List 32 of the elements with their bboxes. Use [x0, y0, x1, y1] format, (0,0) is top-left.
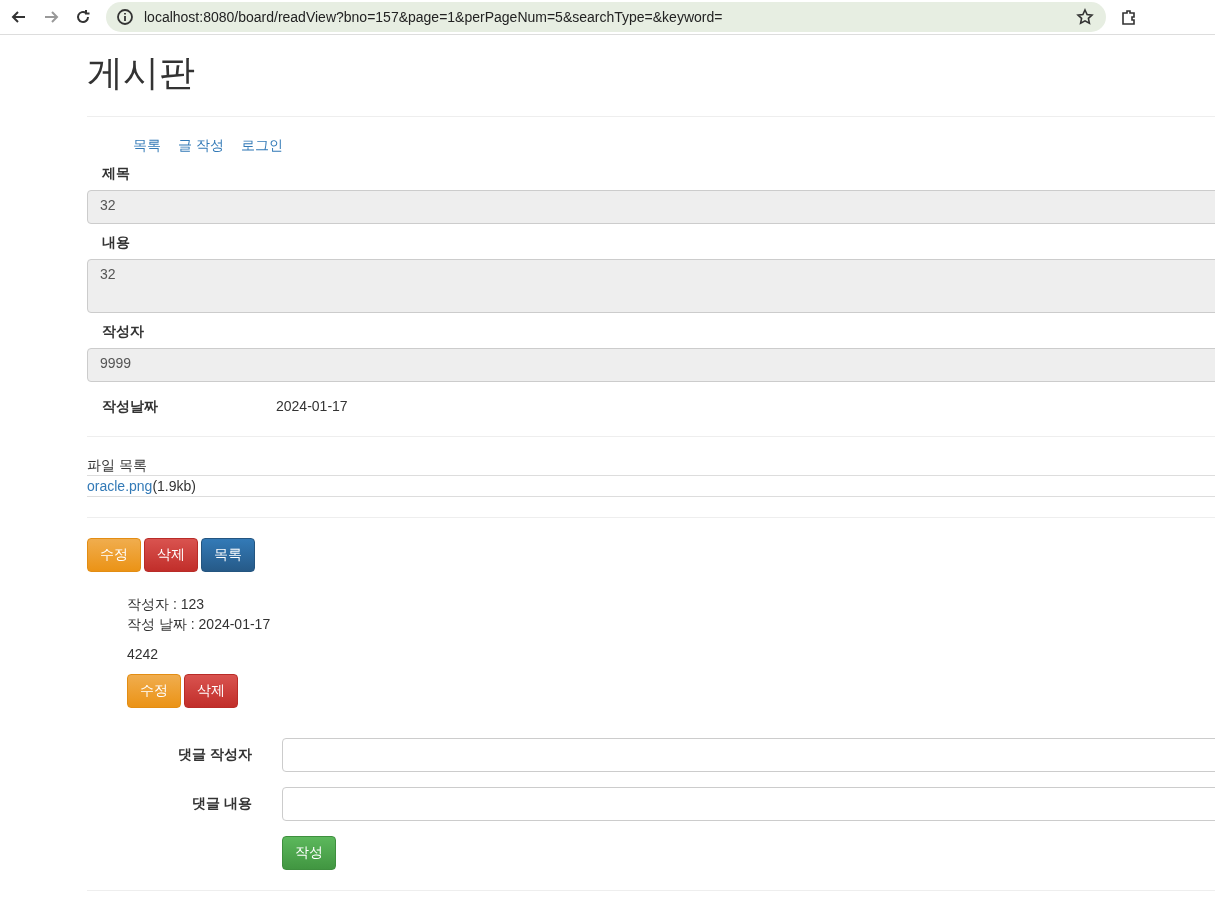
- reply-writer: 작성자 : 123: [127, 595, 206, 614]
- input-field[interactable]: [282, 787, 1215, 821]
- file-size: (1.9kb): [152, 478, 196, 494]
- date-label: 작성날짜: [102, 398, 159, 416]
- star-icon[interactable]: [1076, 8, 1094, 26]
- page-title: 게시판: [87, 49, 1215, 117]
- input-field[interactable]: 9999: [87, 348, 1215, 382]
- field-label: 작성자: [101, 323, 145, 341]
- file-list-label: 파일 목록: [87, 457, 148, 475]
- danger-button[interactable]: 삭제: [144, 538, 198, 572]
- form-label: 댓글 내용: [191, 795, 253, 813]
- puzzle-icon[interactable]: [1120, 8, 1138, 26]
- form-label: 댓글 작성자: [177, 746, 253, 764]
- primary-button[interactable]: 목록: [201, 538, 255, 572]
- input-field[interactable]: 32: [87, 190, 1215, 224]
- address-bar[interactable]: localhost:8080/board/readView?bno=157&page=1&perPageNum=5&searchType=&keyword=: [106, 2, 1106, 32]
- field-label: 내용: [101, 234, 131, 252]
- file-link[interactable]: oracle.png: [87, 478, 153, 494]
- nav-link[interactable]: 목록: [133, 137, 161, 155]
- input-field[interactable]: [282, 738, 1215, 772]
- reload-icon[interactable]: [74, 8, 92, 26]
- reply-date: 작성 날짜 : 2024-01-17: [127, 615, 272, 634]
- field-label: 제목: [101, 165, 131, 183]
- success-button[interactable]: 작성: [282, 836, 336, 870]
- url-text: localhost:8080/board/readView?bno=157&page=1&perPageNum=5&searchType=&keyword=: [144, 9, 723, 25]
- nav-link[interactable]: 로그인: [240, 137, 283, 155]
- danger-button[interactable]: 삭제: [184, 674, 238, 708]
- textarea-field[interactable]: 32: [87, 259, 1215, 313]
- info-icon[interactable]: [116, 8, 134, 26]
- date-value: 2024-01-17: [276, 398, 348, 416]
- nav-link[interactable]: 글 작성: [178, 137, 224, 155]
- reply-content: 4242: [127, 645, 160, 664]
